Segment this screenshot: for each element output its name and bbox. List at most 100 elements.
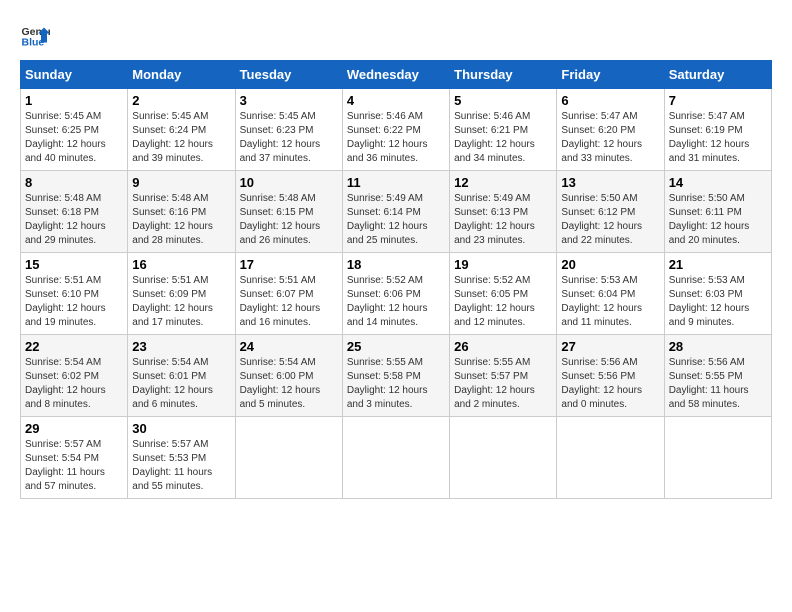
day-detail: Sunrise: 5:50 AM Sunset: 6:11 PM Dayligh… [669, 192, 767, 248]
calendar-cell [235, 417, 342, 499]
calendar-cell: 6 Sunrise: 5:47 AM Sunset: 6:20 PM Dayli… [557, 89, 664, 171]
day-number: 28 [669, 339, 767, 354]
calendar-cell: 4 Sunrise: 5:46 AM Sunset: 6:22 PM Dayli… [342, 89, 449, 171]
day-detail: Sunrise: 5:47 AM Sunset: 6:19 PM Dayligh… [669, 110, 767, 166]
day-detail: Sunrise: 5:45 AM Sunset: 6:24 PM Dayligh… [132, 110, 230, 166]
calendar-cell: 2 Sunrise: 5:45 AM Sunset: 6:24 PM Dayli… [128, 89, 235, 171]
calendar-cell: 18 Sunrise: 5:52 AM Sunset: 6:06 PM Dayl… [342, 253, 449, 335]
calendar-cell: 16 Sunrise: 5:51 AM Sunset: 6:09 PM Dayl… [128, 253, 235, 335]
calendar-cell: 29 Sunrise: 5:57 AM Sunset: 5:54 PM Dayl… [21, 417, 128, 499]
calendar-cell: 21 Sunrise: 5:53 AM Sunset: 6:03 PM Dayl… [664, 253, 771, 335]
day-detail: Sunrise: 5:46 AM Sunset: 6:22 PM Dayligh… [347, 110, 445, 166]
day-detail: Sunrise: 5:54 AM Sunset: 6:01 PM Dayligh… [132, 356, 230, 412]
day-number: 20 [561, 257, 659, 272]
calendar-cell: 8 Sunrise: 5:48 AM Sunset: 6:18 PM Dayli… [21, 171, 128, 253]
calendar-week-1: 1 Sunrise: 5:45 AM Sunset: 6:25 PM Dayli… [21, 89, 772, 171]
day-detail: Sunrise: 5:53 AM Sunset: 6:04 PM Dayligh… [561, 274, 659, 330]
day-number: 6 [561, 93, 659, 108]
logo: General Blue [20, 20, 50, 50]
day-detail: Sunrise: 5:51 AM Sunset: 6:10 PM Dayligh… [25, 274, 123, 330]
calendar-week-2: 8 Sunrise: 5:48 AM Sunset: 6:18 PM Dayli… [21, 171, 772, 253]
day-number: 27 [561, 339, 659, 354]
calendar-cell: 14 Sunrise: 5:50 AM Sunset: 6:11 PM Dayl… [664, 171, 771, 253]
day-number: 21 [669, 257, 767, 272]
svg-text:Blue: Blue [22, 37, 45, 49]
day-detail: Sunrise: 5:54 AM Sunset: 6:00 PM Dayligh… [240, 356, 338, 412]
calendar-week-4: 22 Sunrise: 5:54 AM Sunset: 6:02 PM Dayl… [21, 335, 772, 417]
weekday-header-friday: Friday [557, 61, 664, 89]
weekday-header-saturday: Saturday [664, 61, 771, 89]
calendar-cell: 1 Sunrise: 5:45 AM Sunset: 6:25 PM Dayli… [21, 89, 128, 171]
calendar-cell: 15 Sunrise: 5:51 AM Sunset: 6:10 PM Dayl… [21, 253, 128, 335]
day-detail: Sunrise: 5:48 AM Sunset: 6:18 PM Dayligh… [25, 192, 123, 248]
day-number: 18 [347, 257, 445, 272]
day-number: 11 [347, 175, 445, 190]
day-detail: Sunrise: 5:56 AM Sunset: 5:55 PM Dayligh… [669, 356, 767, 412]
day-detail: Sunrise: 5:45 AM Sunset: 6:25 PM Dayligh… [25, 110, 123, 166]
day-number: 24 [240, 339, 338, 354]
calendar-cell: 26 Sunrise: 5:55 AM Sunset: 5:57 PM Dayl… [450, 335, 557, 417]
calendar-cell: 25 Sunrise: 5:55 AM Sunset: 5:58 PM Dayl… [342, 335, 449, 417]
day-detail: Sunrise: 5:55 AM Sunset: 5:58 PM Dayligh… [347, 356, 445, 412]
day-detail: Sunrise: 5:45 AM Sunset: 6:23 PM Dayligh… [240, 110, 338, 166]
day-number: 15 [25, 257, 123, 272]
weekday-header-row: SundayMondayTuesdayWednesdayThursdayFrid… [21, 61, 772, 89]
calendar-cell: 10 Sunrise: 5:48 AM Sunset: 6:15 PM Dayl… [235, 171, 342, 253]
day-number: 25 [347, 339, 445, 354]
calendar-cell: 27 Sunrise: 5:56 AM Sunset: 5:56 PM Dayl… [557, 335, 664, 417]
calendar-cell [450, 417, 557, 499]
day-number: 17 [240, 257, 338, 272]
day-number: 14 [669, 175, 767, 190]
weekday-header-tuesday: Tuesday [235, 61, 342, 89]
day-number: 3 [240, 93, 338, 108]
day-number: 4 [347, 93, 445, 108]
calendar-week-5: 29 Sunrise: 5:57 AM Sunset: 5:54 PM Dayl… [21, 417, 772, 499]
calendar-cell: 20 Sunrise: 5:53 AM Sunset: 6:04 PM Dayl… [557, 253, 664, 335]
calendar-cell: 9 Sunrise: 5:48 AM Sunset: 6:16 PM Dayli… [128, 171, 235, 253]
day-number: 7 [669, 93, 767, 108]
weekday-header-thursday: Thursday [450, 61, 557, 89]
day-detail: Sunrise: 5:49 AM Sunset: 6:14 PM Dayligh… [347, 192, 445, 248]
calendar-cell: 17 Sunrise: 5:51 AM Sunset: 6:07 PM Dayl… [235, 253, 342, 335]
day-number: 29 [25, 421, 123, 436]
calendar-cell: 7 Sunrise: 5:47 AM Sunset: 6:19 PM Dayli… [664, 89, 771, 171]
header: General Blue [20, 20, 772, 50]
calendar-cell [342, 417, 449, 499]
calendar-cell: 28 Sunrise: 5:56 AM Sunset: 5:55 PM Dayl… [664, 335, 771, 417]
day-detail: Sunrise: 5:48 AM Sunset: 6:16 PM Dayligh… [132, 192, 230, 248]
day-detail: Sunrise: 5:51 AM Sunset: 6:07 PM Dayligh… [240, 274, 338, 330]
day-detail: Sunrise: 5:57 AM Sunset: 5:53 PM Dayligh… [132, 438, 230, 494]
day-number: 1 [25, 93, 123, 108]
calendar-cell: 12 Sunrise: 5:49 AM Sunset: 6:13 PM Dayl… [450, 171, 557, 253]
calendar-cell: 19 Sunrise: 5:52 AM Sunset: 6:05 PM Dayl… [450, 253, 557, 335]
day-detail: Sunrise: 5:46 AM Sunset: 6:21 PM Dayligh… [454, 110, 552, 166]
day-detail: Sunrise: 5:50 AM Sunset: 6:12 PM Dayligh… [561, 192, 659, 248]
calendar-cell: 23 Sunrise: 5:54 AM Sunset: 6:01 PM Dayl… [128, 335, 235, 417]
day-number: 13 [561, 175, 659, 190]
day-detail: Sunrise: 5:52 AM Sunset: 6:06 PM Dayligh… [347, 274, 445, 330]
calendar-cell: 3 Sunrise: 5:45 AM Sunset: 6:23 PM Dayli… [235, 89, 342, 171]
day-number: 23 [132, 339, 230, 354]
day-number: 12 [454, 175, 552, 190]
calendar-cell: 5 Sunrise: 5:46 AM Sunset: 6:21 PM Dayli… [450, 89, 557, 171]
logo-icon: General Blue [20, 20, 50, 50]
calendar-table: SundayMondayTuesdayWednesdayThursdayFrid… [20, 60, 772, 499]
day-detail: Sunrise: 5:57 AM Sunset: 5:54 PM Dayligh… [25, 438, 123, 494]
calendar-cell [664, 417, 771, 499]
calendar-week-3: 15 Sunrise: 5:51 AM Sunset: 6:10 PM Dayl… [21, 253, 772, 335]
day-number: 16 [132, 257, 230, 272]
day-number: 10 [240, 175, 338, 190]
day-detail: Sunrise: 5:53 AM Sunset: 6:03 PM Dayligh… [669, 274, 767, 330]
day-number: 22 [25, 339, 123, 354]
weekday-header-monday: Monday [128, 61, 235, 89]
calendar-cell: 22 Sunrise: 5:54 AM Sunset: 6:02 PM Dayl… [21, 335, 128, 417]
day-detail: Sunrise: 5:56 AM Sunset: 5:56 PM Dayligh… [561, 356, 659, 412]
weekday-header-sunday: Sunday [21, 61, 128, 89]
day-detail: Sunrise: 5:55 AM Sunset: 5:57 PM Dayligh… [454, 356, 552, 412]
day-number: 5 [454, 93, 552, 108]
day-detail: Sunrise: 5:51 AM Sunset: 6:09 PM Dayligh… [132, 274, 230, 330]
calendar-cell [557, 417, 664, 499]
day-detail: Sunrise: 5:47 AM Sunset: 6:20 PM Dayligh… [561, 110, 659, 166]
day-detail: Sunrise: 5:52 AM Sunset: 6:05 PM Dayligh… [454, 274, 552, 330]
calendar-cell: 24 Sunrise: 5:54 AM Sunset: 6:00 PM Dayl… [235, 335, 342, 417]
